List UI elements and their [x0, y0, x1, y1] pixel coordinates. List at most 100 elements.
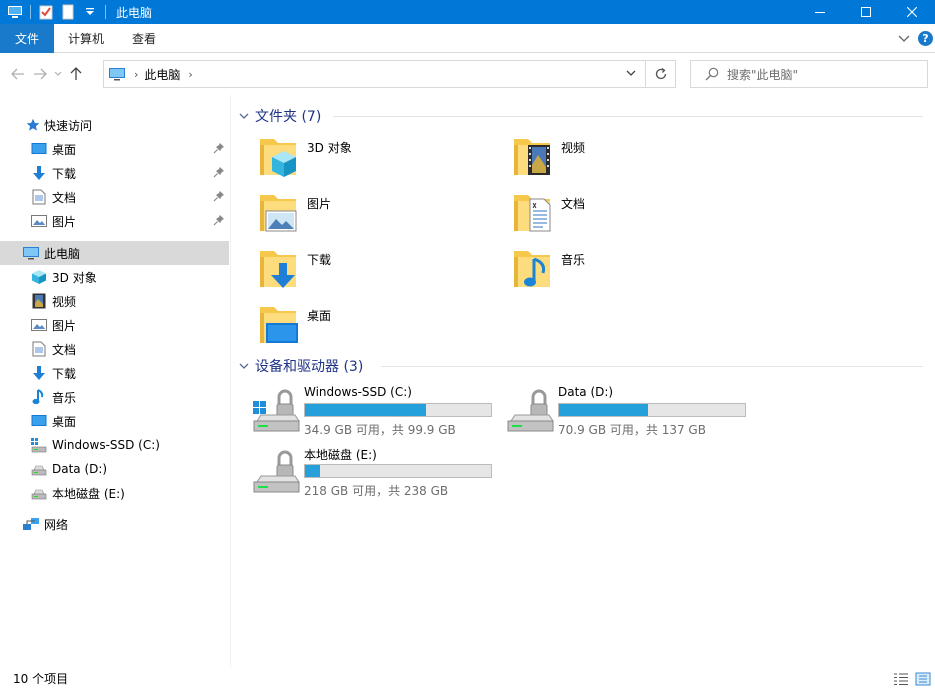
folder-item-downloads[interactable]: 下载 — [236, 245, 486, 297]
sidebar-item-pictures[interactable]: 图片 — [0, 313, 229, 337]
properties-icon[interactable] — [37, 3, 55, 21]
search-box[interactable]: 搜索"此电脑" — [690, 60, 928, 88]
sidebar-item-quick-access[interactable]: 快速访问 — [0, 113, 229, 137]
pin-icon[interactable] — [213, 214, 225, 229]
refresh-button[interactable] — [646, 60, 676, 88]
sidebar-item-label: 图片 — [52, 318, 77, 333]
sidebar-item-this-pc[interactable]: 此电脑 — [0, 241, 229, 265]
sidebar-item-label: 桌面 — [52, 414, 77, 429]
drive-item-c[interactable]: Windows-SSD (C:) 34.9 GB 可用，共 99.9 GB — [233, 385, 493, 441]
chevron-down-icon[interactable] — [239, 358, 249, 374]
navigation-pane: 快速访问 桌面 下载 文档 图片 此电脑 3D 对象 视频 图片 文档 下载 音… — [0, 95, 231, 667]
sidebar-item-3d-objects[interactable]: 3D 对象 — [0, 265, 229, 289]
music-icon — [31, 389, 47, 405]
drive-free-space: 34.9 GB 可用，共 99.9 GB — [304, 423, 456, 437]
sidebar-item-label: Data (D:) — [52, 462, 108, 476]
group-header-drives[interactable]: 设备和驱动器 (3) — [239, 355, 929, 377]
close-button[interactable] — [889, 0, 935, 24]
up-button[interactable] — [65, 63, 87, 85]
drive-name: 本地磁盘 (E:) — [304, 448, 377, 462]
group-divider — [333, 116, 923, 117]
help-icon[interactable]: ? — [918, 31, 933, 46]
folder-item-pictures[interactable]: 图片 — [236, 189, 486, 241]
picture-icon — [31, 213, 47, 229]
sidebar-item-drive-d[interactable]: Data (D:) — [0, 457, 229, 481]
folder-label: 视频 — [561, 141, 586, 155]
sidebar-item-drive-e[interactable]: 本地磁盘 (E:) — [0, 481, 229, 505]
sidebar-item-quick-pictures[interactable]: 图片 — [0, 209, 229, 233]
folder-item-music[interactable]: 音乐 — [490, 245, 740, 297]
pin-icon[interactable] — [213, 166, 225, 181]
folder-item-video[interactable]: 视频 — [490, 133, 740, 185]
folder-item-3d-objects[interactable]: 3D 对象 — [236, 133, 486, 185]
video-folder-icon — [510, 133, 558, 181]
breadcrumb-separator-icon[interactable]: › — [134, 68, 138, 81]
chevron-down-icon[interactable] — [239, 108, 249, 124]
tab-view[interactable]: 查看 — [118, 24, 170, 53]
new-folder-icon[interactable] — [59, 3, 77, 21]
sidebar-item-label: 快速访问 — [44, 118, 93, 133]
breadcrumb-this-pc[interactable]: 此电脑 — [144, 66, 180, 83]
details-view-icon[interactable] — [893, 671, 909, 687]
tab-file[interactable]: 文件 — [0, 23, 54, 53]
sidebar-item-quick-downloads[interactable]: 下载 — [0, 161, 229, 185]
pin-icon[interactable] — [213, 190, 225, 205]
pin-icon[interactable] — [213, 142, 225, 157]
sidebar-item-label: 3D 对象 — [52, 270, 97, 285]
system-drive-icon — [251, 387, 301, 437]
sidebar-item-downloads[interactable]: 下载 — [0, 361, 229, 385]
folder-item-desktop[interactable]: 桌面 — [236, 301, 486, 353]
drive-item-e[interactable]: 本地磁盘 (E:) 218 GB 可用，共 238 GB — [233, 446, 493, 502]
document-folder-icon — [510, 189, 558, 237]
this-pc-icon[interactable] — [6, 3, 24, 21]
status-bar: 10 个项目 — [0, 667, 935, 690]
breadcrumb-separator-icon[interactable]: › — [188, 68, 192, 81]
download-icon — [31, 165, 47, 181]
drive-item-d[interactable]: Data (D:) 70.9 GB 可用，共 137 GB — [487, 385, 747, 441]
large-icons-view-icon[interactable] — [915, 671, 931, 687]
sidebar-item-label: 下载 — [52, 166, 77, 181]
address-history-chevron-icon[interactable] — [625, 67, 637, 82]
sidebar-item-quick-desktop[interactable]: 桌面 — [0, 137, 229, 161]
sidebar-item-quick-documents[interactable]: 文档 — [0, 185, 229, 209]
drive-icon — [31, 485, 47, 501]
search-input[interactable]: 搜索"此电脑" — [727, 66, 798, 83]
download-icon — [31, 365, 47, 381]
window-title: 此电脑 — [116, 5, 153, 20]
download-folder-icon — [256, 245, 304, 293]
sidebar-item-video[interactable]: 视频 — [0, 289, 229, 313]
customize-toolbar-chevron-icon[interactable] — [81, 3, 99, 21]
sidebar-item-documents[interactable]: 文档 — [0, 337, 229, 361]
picture-icon — [31, 317, 47, 333]
back-button[interactable] — [7, 63, 29, 85]
address-bar[interactable]: › 此电脑 › — [103, 60, 646, 88]
sidebar-item-music[interactable]: 音乐 — [0, 385, 229, 409]
drive-usage-bar — [304, 403, 492, 417]
maximize-button[interactable] — [843, 0, 889, 24]
drive-usage-fill — [305, 465, 320, 477]
sidebar-item-network[interactable]: 网络 — [0, 512, 229, 536]
recent-locations-chevron-icon[interactable] — [51, 63, 65, 85]
folder-label: 下载 — [307, 253, 332, 267]
content-pane: 文件夹 (7) 3D 对象 视频 图片 文档 下载 音乐 桌面 设备和驱动器 (… — [233, 95, 935, 667]
sidebar-item-label: 下载 — [52, 366, 77, 381]
drive-usage-fill — [559, 404, 649, 416]
document-icon — [31, 189, 47, 205]
folder-item-documents[interactable]: 文档 — [490, 189, 740, 241]
network-icon — [22, 516, 40, 532]
folder-label: 文档 — [561, 197, 586, 211]
sidebar-item-label: 文档 — [52, 342, 77, 357]
sidebar-item-label: 图片 — [52, 214, 77, 229]
desktop-icon — [31, 413, 47, 429]
music-folder-icon — [510, 245, 558, 293]
3d-objects-icon — [31, 269, 47, 285]
minimize-button[interactable] — [797, 0, 843, 24]
star-icon — [26, 117, 40, 133]
sidebar-item-drive-c[interactable]: Windows-SSD (C:) — [0, 433, 229, 457]
sidebar-item-desktop[interactable]: 桌面 — [0, 409, 229, 433]
group-header-label: 设备和驱动器 (3) — [255, 359, 364, 375]
group-header-folders[interactable]: 文件夹 (7) — [239, 105, 929, 127]
tab-computer[interactable]: 计算机 — [54, 24, 118, 53]
expand-ribbon-chevron-icon[interactable] — [898, 32, 910, 46]
forward-button[interactable] — [29, 63, 51, 85]
